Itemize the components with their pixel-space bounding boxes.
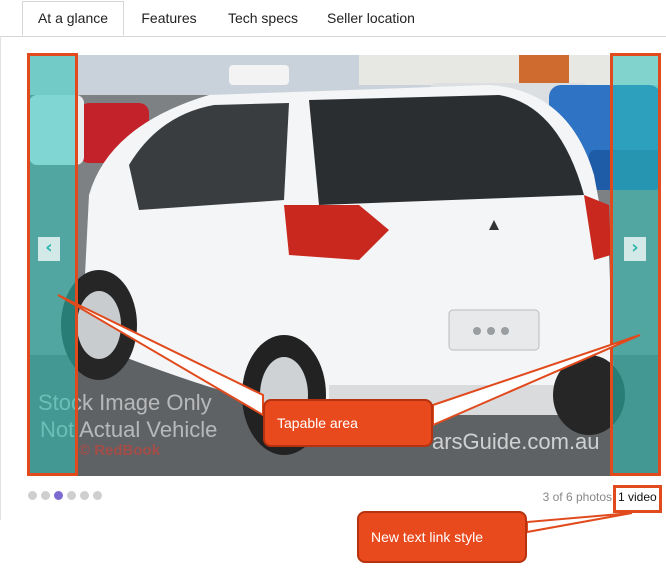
tab-bar: At a glance Features Tech specs Seller l… (0, 0, 666, 37)
pagination-dot-active[interactable] (54, 491, 63, 500)
watermark-redbook: © RedBook (79, 442, 161, 459)
photo-count: 3 of 6 photos (542, 490, 612, 504)
pagination-dot[interactable] (28, 491, 37, 500)
callout-tapable-area: Tapable area (263, 399, 433, 447)
tab-seller-location[interactable]: Seller location (318, 1, 424, 35)
watermark-carsguide: arsGuide.com.au (432, 429, 600, 454)
tab-features[interactable]: Features (130, 1, 208, 35)
tab-at-a-glance[interactable]: At a glance (22, 1, 124, 36)
video-link[interactable]: 1 video (618, 490, 657, 504)
callout-new-link-style: New text link style (357, 511, 527, 563)
pagination-dot[interactable] (93, 491, 102, 500)
tap-area-highlight-left (27, 53, 78, 476)
photo-pagination-dots (28, 491, 106, 501)
tap-area-highlight-right (610, 53, 661, 476)
tab-tech-specs[interactable]: Tech specs (218, 1, 308, 35)
pagination-dot[interactable] (67, 491, 76, 500)
pagination-dot[interactable] (80, 491, 89, 500)
panel-border (0, 36, 1, 520)
pagination-dot[interactable] (41, 491, 50, 500)
